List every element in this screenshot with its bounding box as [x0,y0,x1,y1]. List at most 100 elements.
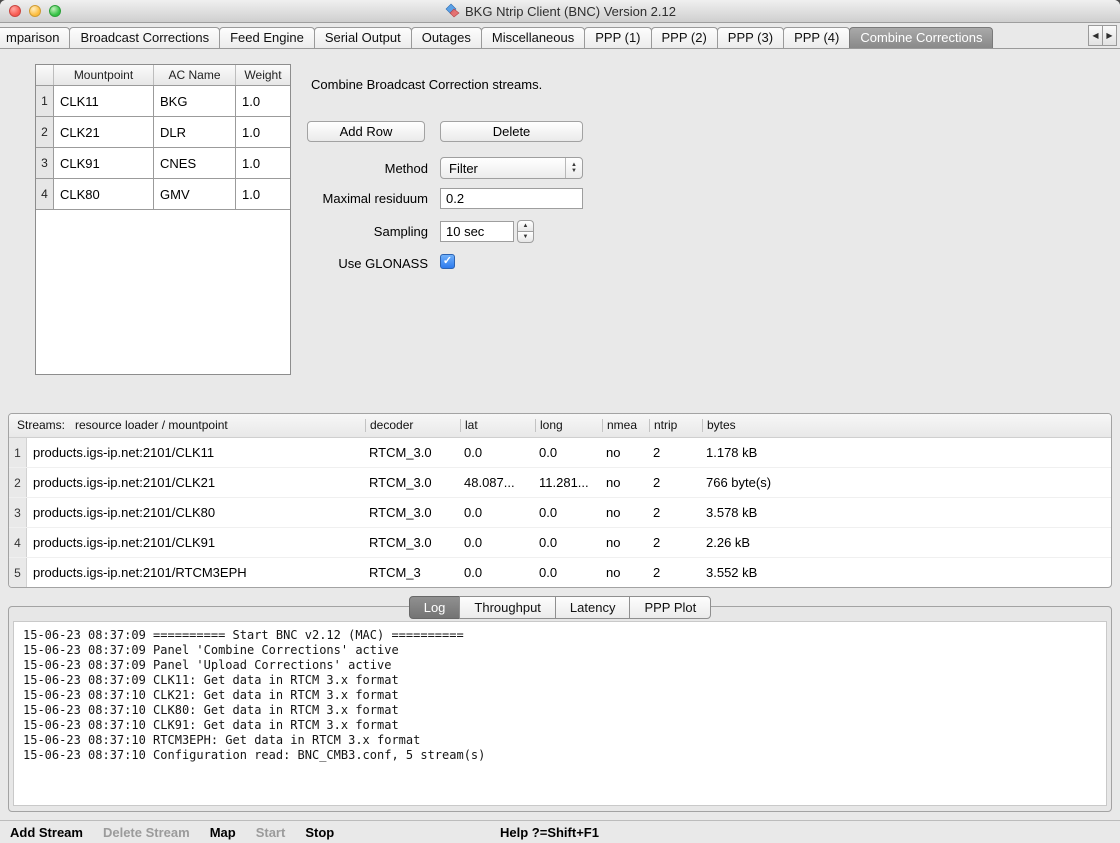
tab-outages[interactable]: Outages [411,27,482,48]
close-button[interactable] [9,5,21,17]
cell-nmea[interactable]: no [602,498,649,527]
cell-bytes[interactable]: 1.178 kB [702,438,1111,467]
map-button[interactable]: Map [210,825,236,840]
minimize-button[interactable] [29,5,41,17]
cell-weight[interactable]: 1.0 [236,86,290,116]
cell-mountpoint[interactable]: products.igs-ip.net:2101/CLK21 [27,468,365,497]
spin-up-icon[interactable]: ▲ [517,220,534,231]
cell-mountpoint[interactable]: CLK80 [54,179,154,209]
cell-ntrip[interactable]: 2 [649,558,702,587]
spin-down-icon[interactable]: ▼ [517,231,534,243]
maximal-residuum-input[interactable]: 0.2 [440,188,583,209]
tab-log[interactable]: Log [409,596,461,619]
cell-ac-name[interactable]: CNES [154,148,236,178]
tab-throughput[interactable]: Throughput [459,596,556,619]
table-row[interactable]: 1 CLK11 BKG 1.0 [36,86,290,117]
add-stream-button[interactable]: Add Stream [10,825,83,840]
sampling-stepper: ▲ ▼ [517,220,534,243]
log-line: 15-06-23 08:37:10 CLK91: Get data in RTC… [23,718,1097,733]
cell-ac-name[interactable]: BKG [154,86,236,116]
delete-stream-button: Delete Stream [103,825,190,840]
cell-lat[interactable]: 0.0 [460,528,535,557]
cell-weight[interactable]: 1.0 [236,179,290,209]
use-glonass-checkbox[interactable]: ✓ [440,254,455,269]
cell-mountpoint[interactable]: products.igs-ip.net:2101/CLK91 [27,528,365,557]
tab-scroll-left-icon[interactable]: ◀ [1088,25,1103,46]
cell-decoder[interactable]: RTCM_3.0 [365,438,460,467]
cell-lat[interactable]: 48.087... [460,468,535,497]
cell-bytes[interactable]: 2.26 kB [702,528,1111,557]
cell-long[interactable]: 0.0 [535,498,602,527]
cell-nmea[interactable]: no [602,438,649,467]
cell-mountpoint[interactable]: products.igs-ip.net:2101/RTCM3EPH [27,558,365,587]
tab-miscellaneous[interactable]: Miscellaneous [481,27,585,48]
cell-weight[interactable]: 1.0 [236,148,290,178]
method-select[interactable]: Filter ▲ ▼ [440,157,583,179]
cell-weight[interactable]: 1.0 [236,117,290,147]
sampling-input[interactable]: 10 sec [440,221,514,242]
cell-decoder[interactable]: RTCM_3 [365,558,460,587]
cell-mountpoint[interactable]: products.igs-ip.net:2101/CLK11 [27,438,365,467]
cell-long[interactable]: 0.0 [535,558,602,587]
cell-ac-name[interactable]: GMV [154,179,236,209]
cell-lat[interactable]: 0.0 [460,438,535,467]
tab-latency[interactable]: Latency [555,596,631,619]
stop-button[interactable]: Stop [305,825,334,840]
method-value: Filter [441,161,565,176]
stream-row[interactable]: 1 products.igs-ip.net:2101/CLK11 RTCM_3.… [9,438,1111,468]
cell-long[interactable]: 11.281... [535,468,602,497]
cell-decoder[interactable]: RTCM_3.0 [365,528,460,557]
cell-bytes[interactable]: 3.578 kB [702,498,1111,527]
maximal-residuum-label: Maximal residuum [290,191,428,206]
tab-ppp-2[interactable]: PPP (2) [651,27,718,48]
stream-row[interactable]: 4 products.igs-ip.net:2101/CLK91 RTCM_3.… [9,528,1111,558]
cell-ntrip[interactable]: 2 [649,438,702,467]
cell-bytes[interactable]: 766 byte(s) [702,468,1111,497]
table-row[interactable]: 4 CLK80 GMV 1.0 [36,179,290,210]
cell-lat[interactable]: 0.0 [460,558,535,587]
delete-button[interactable]: Delete [440,121,583,142]
cell-mountpoint[interactable]: CLK11 [54,86,154,116]
tab-ppp-1[interactable]: PPP (1) [584,27,651,48]
tab-broadcast-corrections[interactable]: Broadcast Corrections [69,27,220,48]
cell-bytes[interactable]: 3.552 kB [702,558,1111,587]
tab-combine-corrections[interactable]: Combine Corrections [849,27,993,48]
zoom-button[interactable] [49,5,61,17]
cell-decoder[interactable]: RTCM_3.0 [365,468,460,497]
cell-ntrip[interactable]: 2 [649,528,702,557]
tab-ppp-plot[interactable]: PPP Plot [629,596,711,619]
cell-long[interactable]: 0.0 [535,438,602,467]
header-streams-title: Streams: resource loader / mountpoint [9,419,365,432]
cell-ac-name[interactable]: DLR [154,117,236,147]
cell-mountpoint[interactable]: products.igs-ip.net:2101/CLK80 [27,498,365,527]
table-row[interactable]: 3 CLK91 CNES 1.0 [36,148,290,179]
tab-ppp-3[interactable]: PPP (3) [717,27,784,48]
log-line: 15-06-23 08:37:10 RTCM3EPH: Get data in … [23,733,1097,748]
add-row-button[interactable]: Add Row [307,121,425,142]
stream-row[interactable]: 5 products.igs-ip.net:2101/RTCM3EPH RTCM… [9,558,1111,588]
tab-scroll-buttons: ◀ ▶ [1089,25,1117,46]
stream-row[interactable]: 3 products.igs-ip.net:2101/CLK80 RTCM_3.… [9,498,1111,528]
tab-feed-engine[interactable]: Feed Engine [219,27,315,48]
tab-serial-output[interactable]: Serial Output [314,27,412,48]
row-number: 4 [36,179,54,209]
cell-lat[interactable]: 0.0 [460,498,535,527]
cell-long[interactable]: 0.0 [535,528,602,557]
log-line: 15-06-23 08:37:09 Panel 'Upload Correcti… [23,658,1097,673]
cell-nmea[interactable]: no [602,558,649,587]
cell-mountpoint[interactable]: CLK91 [54,148,154,178]
tab-comparison[interactable]: mparison [0,27,70,48]
cell-mountpoint[interactable]: CLK21 [54,117,154,147]
cell-decoder[interactable]: RTCM_3.0 [365,498,460,527]
row-number: 3 [36,148,54,178]
cell-ntrip[interactable]: 2 [649,468,702,497]
stream-row[interactable]: 2 products.igs-ip.net:2101/CLK21 RTCM_3.… [9,468,1111,498]
tab-scroll-right-icon[interactable]: ▶ [1102,25,1117,46]
tab-ppp-4[interactable]: PPP (4) [783,27,850,48]
table-row[interactable]: 2 CLK21 DLR 1.0 [36,117,290,148]
use-glonass-label: Use GLONASS [308,256,428,271]
cell-ntrip[interactable]: 2 [649,498,702,527]
cell-nmea[interactable]: no [602,468,649,497]
log-output[interactable]: 15-06-23 08:37:09 ========== Start BNC v… [13,621,1107,806]
cell-nmea[interactable]: no [602,528,649,557]
